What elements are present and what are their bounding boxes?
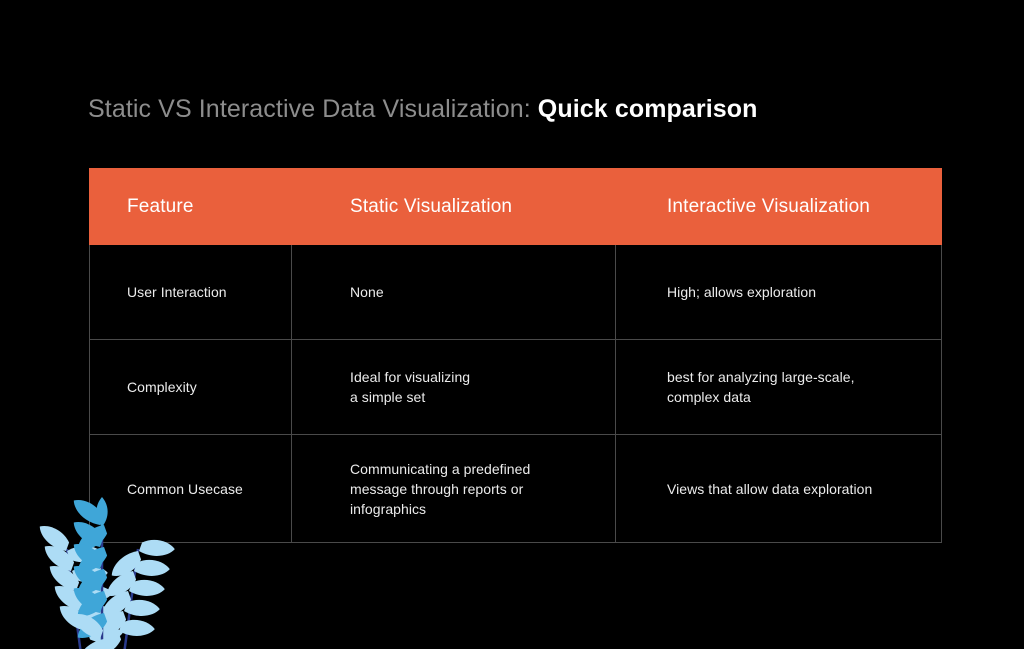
page-title: Static VS Interactive Data Visualization…: [88, 93, 758, 125]
cell-interactive: best for analyzing large-scale, complex …: [615, 339, 942, 435]
cell-feature: Common Usecase: [89, 434, 292, 543]
cell-feature: User Interaction: [89, 244, 292, 340]
table-body: User Interaction None High; allows explo…: [89, 244, 942, 543]
front-leaves: [68, 611, 110, 649]
column-header-static-visualization: Static Visualization: [291, 168, 616, 245]
cell-line: Views that allow data exploration: [667, 480, 873, 497]
comparison-table-container: Feature Static Visualization Interactive…: [89, 168, 942, 543]
comparison-table: Feature Static Visualization Interactive…: [89, 168, 942, 543]
cell-line: a simple set: [350, 389, 426, 405]
table-row: User Interaction None High; allows explo…: [89, 244, 942, 340]
cell-line: infographics: [350, 500, 427, 517]
cell-line: message through reports or: [350, 480, 524, 497]
right-stalk: [86, 534, 176, 649]
page-title-strong: Quick comparison: [537, 95, 758, 123]
table-header: Feature Static Visualization Interactive…: [89, 168, 942, 245]
cell-static: Communicating a predefined message throu…: [291, 434, 616, 543]
cell-static: Ideal for visualizing a simple set: [291, 339, 616, 435]
column-header-feature: Feature: [89, 168, 292, 245]
cell-line: complex data: [667, 389, 751, 405]
table-row: Complexity Ideal for visualizing a simpl…: [89, 339, 942, 435]
cell-line: High; allows exploration: [667, 284, 817, 300]
cell-line: Ideal for visualizing: [350, 369, 471, 385]
column-header-interactive-visualization: Interactive Visualization: [615, 168, 942, 245]
table-row: Common Usecase Communicating a predefine…: [89, 434, 942, 543]
cell-interactive: High; allows exploration: [615, 244, 942, 340]
cell-static: None: [291, 244, 616, 340]
page-title-light: Static VS Interactive Data Visualization…: [88, 95, 531, 123]
cell-line: None: [350, 284, 384, 300]
cell-feature: Complexity: [89, 339, 292, 435]
cell-line: Communicating a predefined: [350, 460, 531, 477]
cell-interactive: Views that allow data exploration: [615, 434, 942, 543]
table-header-row: Feature Static Visualization Interactive…: [89, 168, 942, 245]
cell-line: best for analyzing large-scale,: [667, 369, 855, 385]
